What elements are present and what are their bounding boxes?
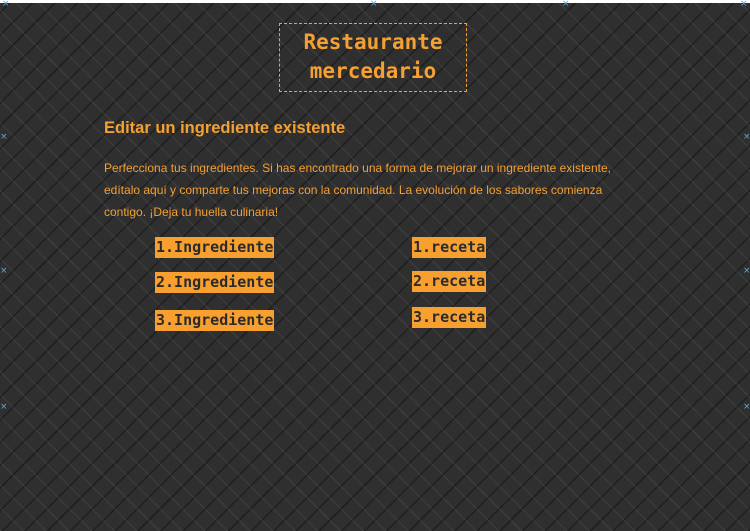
page-title: Editar un ingrediente existente	[104, 119, 346, 137]
resize-handle-icon[interactable]: ×	[743, 267, 750, 276]
resize-handle-icon[interactable]: ×	[0, 133, 8, 142]
recipe-link-3[interactable]: 3.receta	[412, 307, 487, 328]
logo-line-1: Restaurante	[303, 30, 443, 54]
resize-handle-icon[interactable]: ×	[370, 0, 378, 9]
resize-handle-icon[interactable]: ×	[2, 0, 10, 9]
resize-handle-icon[interactable]: ×	[0, 403, 8, 412]
recipe-link-2[interactable]: 2.receta	[412, 271, 487, 292]
recipe-link-1[interactable]: 1.receta	[412, 237, 487, 258]
ingredient-link-1[interactable]: 1.Ingrediente	[155, 237, 275, 258]
resize-handle-icon[interactable]: ×	[740, 0, 748, 9]
resize-handle-icon[interactable]: ×	[743, 133, 750, 142]
ingredient-link-3[interactable]: 3.Ingrediente	[155, 310, 275, 331]
resize-handle-icon[interactable]: ×	[562, 0, 570, 9]
section-description: Perfecciona tus ingredientes. Si has enc…	[104, 161, 611, 219]
ingredient-link-2[interactable]: 2.Ingrediente	[155, 272, 275, 293]
logo-line-2: mercedario	[309, 59, 437, 83]
resize-handle-icon[interactable]: ×	[743, 403, 750, 412]
resize-handle-icon[interactable]: ×	[0, 267, 8, 276]
site-logo[interactable]: Restaurante mercedario	[279, 23, 467, 92]
